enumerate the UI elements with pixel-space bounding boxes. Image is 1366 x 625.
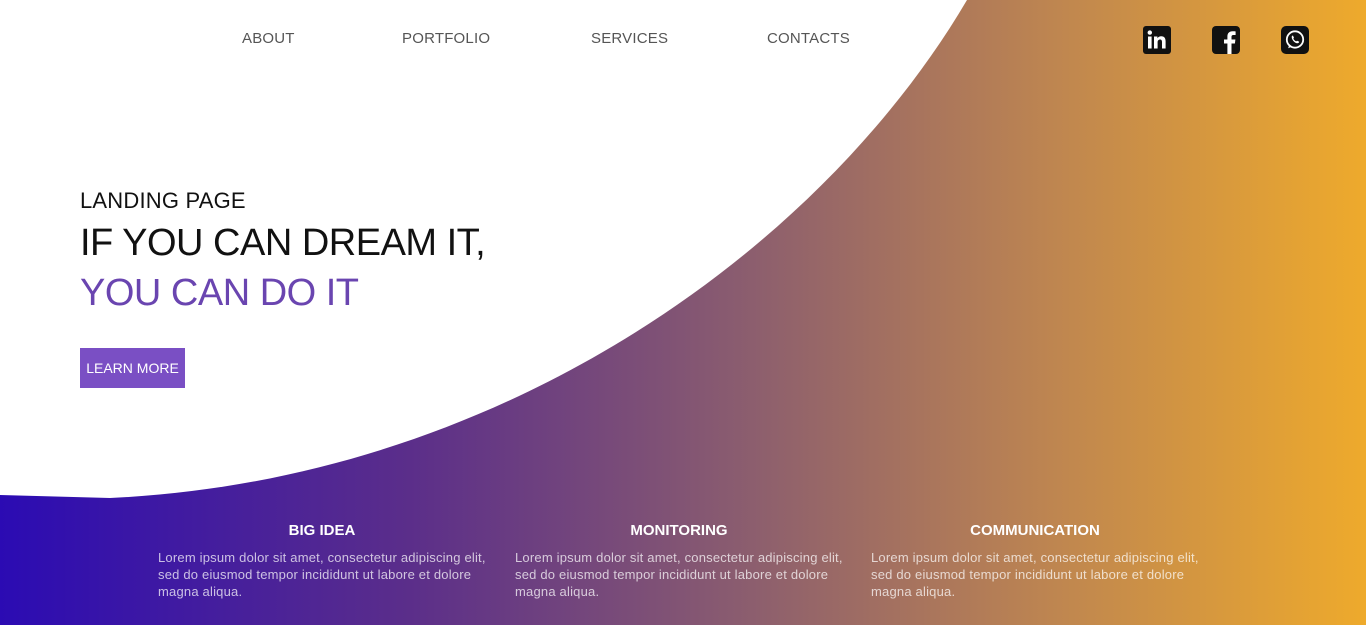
feature-big-idea: BIG IDEA Lorem ipsum dolor sit amet, con…	[158, 522, 494, 600]
feature-title: BIG IDEA	[288, 522, 356, 539]
feature-title: COMMUNICATION	[970, 522, 1100, 539]
whatsapp-icon[interactable]	[1281, 26, 1309, 54]
facebook-icon[interactable]	[1212, 26, 1240, 54]
hero-title-line2: YOU CAN DO IT	[80, 272, 359, 314]
feature-title: MONITORING	[630, 522, 728, 539]
feature-communication: COMMUNICATION Lorem ipsum dolor sit amet…	[871, 522, 1207, 600]
learn-more-button[interactable]: LEARN MORE	[80, 348, 185, 388]
nav-link-services[interactable]: SERVICES	[591, 30, 668, 47]
nav-link-contacts[interactable]: CONTACTS	[767, 30, 850, 47]
feature-description: Lorem ipsum dolor sit amet, consectetur …	[515, 550, 843, 599]
feature-monitoring: MONITORING Lorem ipsum dolor sit amet, c…	[515, 522, 851, 600]
nav-link-about[interactable]: ABOUT	[242, 30, 295, 47]
linkedin-icon[interactable]	[1143, 26, 1171, 54]
hero-subtitle: LANDING PAGE	[80, 188, 246, 213]
feature-description: Lorem ipsum dolor sit amet, consectetur …	[871, 550, 1199, 599]
feature-description: Lorem ipsum dolor sit amet, consectetur …	[158, 550, 486, 599]
hero-title-line1: IF YOU CAN DREAM IT,	[80, 222, 486, 264]
nav-link-portfolio[interactable]: PORTFOLIO	[402, 30, 490, 47]
top-navigation: ABOUT PORTFOLIO SERVICES CONTACTS	[0, 30, 900, 52]
